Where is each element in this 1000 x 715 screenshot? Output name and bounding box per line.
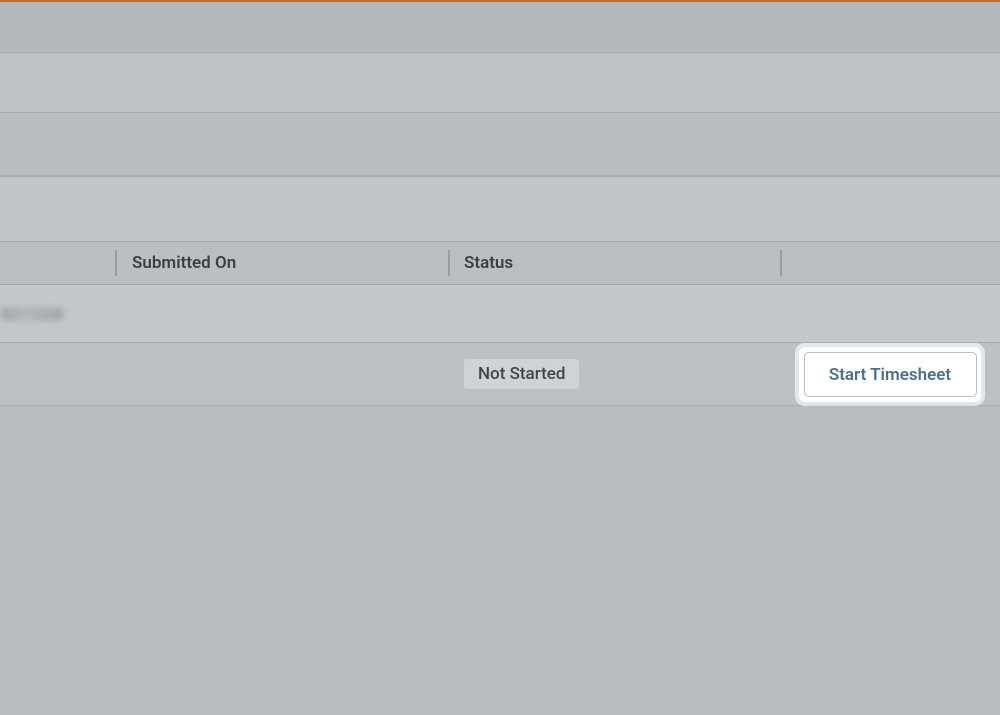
highlight-callout: Start Timesheet <box>799 347 981 402</box>
column-divider <box>448 250 450 276</box>
header-band-1 <box>0 2 1000 52</box>
table-header-row: Submitted On Status <box>0 241 1000 285</box>
status-badge: Not Started <box>464 359 579 389</box>
header-band-2 <box>0 52 1000 112</box>
group-label-redacted <box>0 307 64 321</box>
column-divider <box>780 250 782 276</box>
group-row <box>0 285 1000 343</box>
column-divider <box>115 250 117 276</box>
column-header-submitted-on: Submitted On <box>132 253 236 273</box>
header-band-4 <box>0 175 1000 241</box>
start-timesheet-button[interactable]: Start Timesheet <box>804 352 977 397</box>
accent-bar <box>0 0 1000 2</box>
column-header-status: Status <box>464 253 513 273</box>
header-band-3 <box>0 112 1000 175</box>
